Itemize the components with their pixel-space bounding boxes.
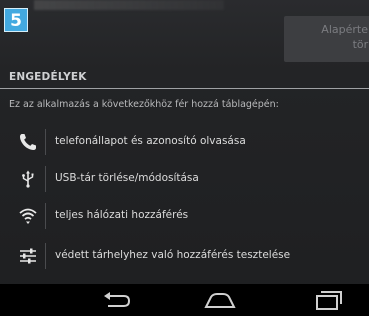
permission-item-network[interactable]: teljes hálózati hozzáférés — [0, 198, 369, 234]
navigation-bar — [0, 284, 369, 316]
wifi-icon — [19, 208, 37, 224]
section-divider — [0, 88, 369, 89]
row-divider — [45, 129, 46, 155]
row-divider — [45, 166, 46, 192]
permissions-header: ENGEDÉLYEK — [9, 71, 87, 83]
permission-item-protected-storage[interactable]: védett tárhelyhez való hozzáférés teszte… — [0, 238, 369, 274]
back-icon[interactable] — [96, 288, 136, 312]
permissions-description: Ez az alkalmazás a következőkhöz fér hoz… — [9, 99, 279, 110]
permission-label: védett tárhelyhez való hozzáférés teszte… — [55, 249, 291, 261]
recent-apps-icon[interactable] — [307, 288, 347, 312]
permission-item-usb[interactable]: USB-tár törlése/módosítása — [0, 161, 369, 197]
row-divider — [45, 203, 46, 229]
clear-defaults-button[interactable]: Alapérteln törlé — [284, 16, 369, 62]
step-number-badge: 5 — [4, 8, 28, 32]
permission-item-phone[interactable]: telefonállapot és azonosító olvasása — [0, 124, 369, 160]
permission-label: USB-tár törlése/módosítása — [55, 172, 199, 184]
faded-top-text — [34, 0, 224, 10]
phone-icon — [20, 134, 36, 150]
app-info-screen: 5 Alapérteln törlé ENGEDÉLYEK Ez az alka… — [0, 0, 369, 316]
usb-icon — [22, 170, 34, 188]
home-icon[interactable] — [200, 288, 240, 312]
permission-label: teljes hálózati hozzáférés — [55, 209, 189, 221]
row-divider — [45, 243, 46, 269]
sliders-icon — [20, 248, 36, 264]
permission-label: telefonállapot és azonosító olvasása — [55, 135, 246, 147]
